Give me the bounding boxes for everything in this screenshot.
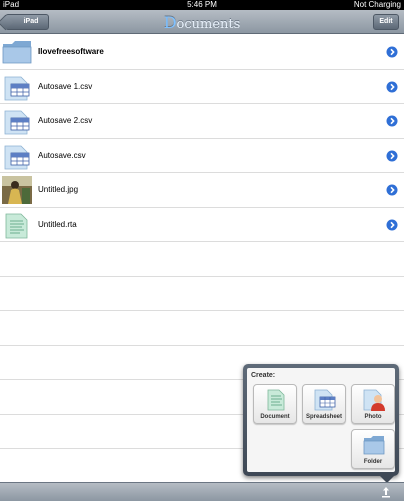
spreadsheet-icon [4,145,30,169]
create-popover: Create: Document Spreadsheet Photo Folde… [243,364,399,476]
spreadsheet-icon [4,76,30,100]
disclosure-icon[interactable] [386,46,398,58]
file-name: Ilovefreesoftware [38,47,104,56]
navigation-bar: iPad Documents Edit [0,10,404,34]
file-name: Untitled.jpg [38,185,79,194]
spreadsheet-icon [314,389,336,411]
file-row[interactable]: Autosave.csv [0,138,404,173]
file-row[interactable]: Ilovefreesoftware [0,35,404,70]
create-document-label: Document [260,414,290,420]
spreadsheet-icon [4,110,30,135]
create-photo-button[interactable]: Photo [351,384,395,424]
disclosure-icon[interactable] [386,219,398,231]
status-time: 5:46 PM [187,0,217,9]
share-icon[interactable] [380,486,392,498]
photo-icon [363,389,385,411]
empty-row [0,242,404,277]
disclosure-icon[interactable] [386,150,398,162]
disclosure-icon[interactable] [386,81,398,93]
photo-thumbnail [2,176,32,204]
file-row[interactable]: Untitled.rta [0,207,404,242]
status-bar: iPad 5:46 PM Not Charging [0,0,404,10]
document-icon [5,213,28,238]
file-name: Untitled.rta [38,219,77,229]
disclosure-icon[interactable] [386,184,398,196]
file-row[interactable]: Autosave 1.csv [0,69,404,104]
file-name: Autosave.csv [38,150,86,160]
create-folder-label: Folder [363,459,383,465]
create-folder-button[interactable]: Folder [351,429,395,469]
document-icon [267,389,285,411]
empty-row [0,311,404,346]
battery-status: Not Charging [353,0,401,9]
file-name: Autosave 1.csv [38,81,93,91]
create-spreadsheet-button[interactable]: Spreadsheet [302,384,346,424]
disclosure-icon[interactable] [386,115,398,127]
bottom-toolbar [0,482,404,501]
edit-button[interactable]: Edit [373,14,399,30]
empty-row [0,277,404,311]
page-title: Documents [0,13,404,32]
page-title-rest: ocuments [176,17,241,32]
create-popover-content: Create: Document Spreadsheet Photo Folde… [247,368,395,472]
create-photo-label: Photo [364,414,382,420]
folder-icon [363,436,385,455]
create-spreadsheet-label: Spreadsheet [305,414,342,420]
folder-icon [2,41,32,64]
create-document-button[interactable]: Document [253,384,297,424]
create-popover-title: Create: [251,372,276,379]
file-name: Autosave 2.csv [38,116,93,125]
file-row[interactable]: Untitled.jpg [0,173,404,208]
page-title-initial: D [163,13,177,32]
file-row[interactable]: Autosave 2.csv [0,104,404,139]
